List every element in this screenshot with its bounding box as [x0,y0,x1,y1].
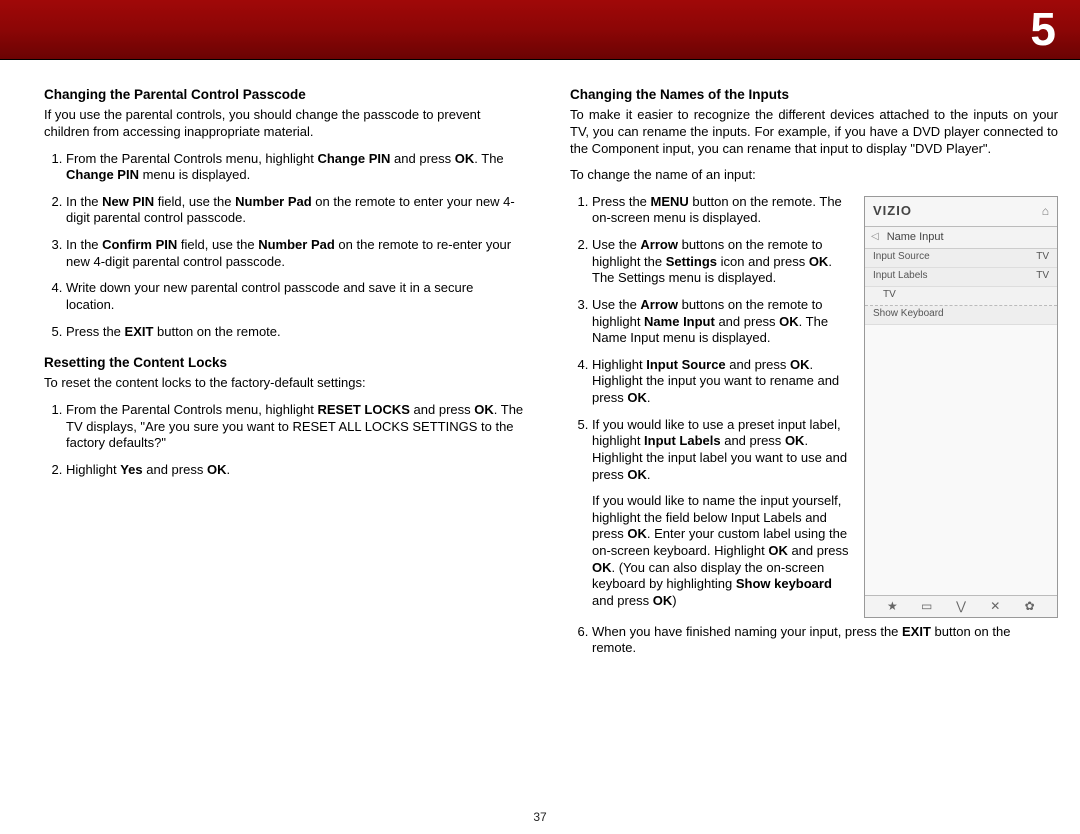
passcode-steps: From the Parental Controls menu, highlig… [66,151,524,341]
gear-icon: ✿ [1023,599,1037,614]
intro-paragraph: To make it easier to recognize the diffe… [570,107,1058,157]
input-name-steps-cont: When you have finished naming your input… [592,624,1058,657]
list-item: Highlight Yes and press OK. [66,462,524,479]
right-flex-wrap: Press the MENU button on the remote. The… [570,194,1058,624]
v-icon: ⋁ [954,599,968,614]
page-content: Changing the Parental Control Passcode I… [0,60,1080,671]
row-value: TV [883,289,896,302]
osd-row-input-labels: Input Labels TV [865,268,1057,287]
section-heading: Resetting the Content Locks [44,354,524,371]
list-item: Use the Arrow buttons on the remote to h… [592,237,852,287]
list-item: Write down your new parental control pas… [66,280,524,313]
left-column: Changing the Parental Control Passcode I… [44,86,524,671]
home-icon: ⌂ [1042,204,1049,219]
row-label: Input Labels [873,270,928,283]
section-heading: Changing the Parental Control Passcode [44,86,524,103]
intro-paragraph: If you use the parental controls, you sh… [44,107,524,140]
input-name-steps: Press the MENU button on the remote. The… [592,194,852,610]
osd-row-input-source: Input Source TV [865,249,1057,268]
row-value: TV [1036,251,1049,264]
osd-row-show-keyboard: Show Keyboard [865,306,1057,325]
back-arrow-icon: ◁ [871,231,879,244]
intro-paragraph: To reset the content locks to the factor… [44,375,524,392]
row-label: Show Keyboard [873,308,944,321]
list-item: Use the Arrow buttons on the remote to h… [592,297,852,347]
osd-row-custom-field: TV [865,287,1057,306]
osd-footer: ★ ▭ ⋁ ✕ ✿ [865,595,1057,617]
list-item-sub: If you would like to name the input your… [592,493,852,609]
chapter-header-bar: 5 [0,0,1080,60]
list-item: In the Confirm PIN field, use the Number… [66,237,524,270]
list-item: When you have finished naming your input… [592,624,1058,657]
list-item: From the Parental Controls menu, highlig… [66,402,524,452]
osd-titlebar: VIZIO ⌂ [865,197,1057,227]
chapter-number: 5 [1030,2,1056,56]
close-icon: ✕ [988,599,1002,614]
list-item: Press the EXIT button on the remote. [66,324,524,341]
row-label: Input Source [873,251,930,264]
list-item: Highlight Input Source and press OK. Hig… [592,357,852,407]
list-item: In the New PIN field, use the Number Pad… [66,194,524,227]
page-number: 37 [0,810,1080,824]
osd-menu-panel: VIZIO ⌂ ◁ Name Input Input Source TV Inp… [864,196,1058,618]
list-item: Press the MENU button on the remote. The… [592,194,852,227]
osd-menu-title: Name Input [887,230,944,244]
reset-steps: From the Parental Controls menu, highlig… [66,402,524,479]
section-heading: Changing the Names of the Inputs [570,86,1058,103]
osd-empty-area [865,325,1057,595]
list-item: If you would like to use a preset input … [592,417,852,610]
row-value: TV [1036,270,1049,283]
list-item: From the Parental Controls menu, highlig… [66,151,524,184]
vizio-logo: VIZIO [873,203,912,220]
lead-in: To change the name of an input: [570,167,1058,184]
right-column: Changing the Names of the Inputs To make… [570,86,1058,671]
star-icon: ★ [885,599,899,614]
wide-icon: ▭ [920,599,934,614]
osd-breadcrumb: ◁ Name Input [865,227,1057,249]
right-text-block: Press the MENU button on the remote. The… [570,194,852,624]
